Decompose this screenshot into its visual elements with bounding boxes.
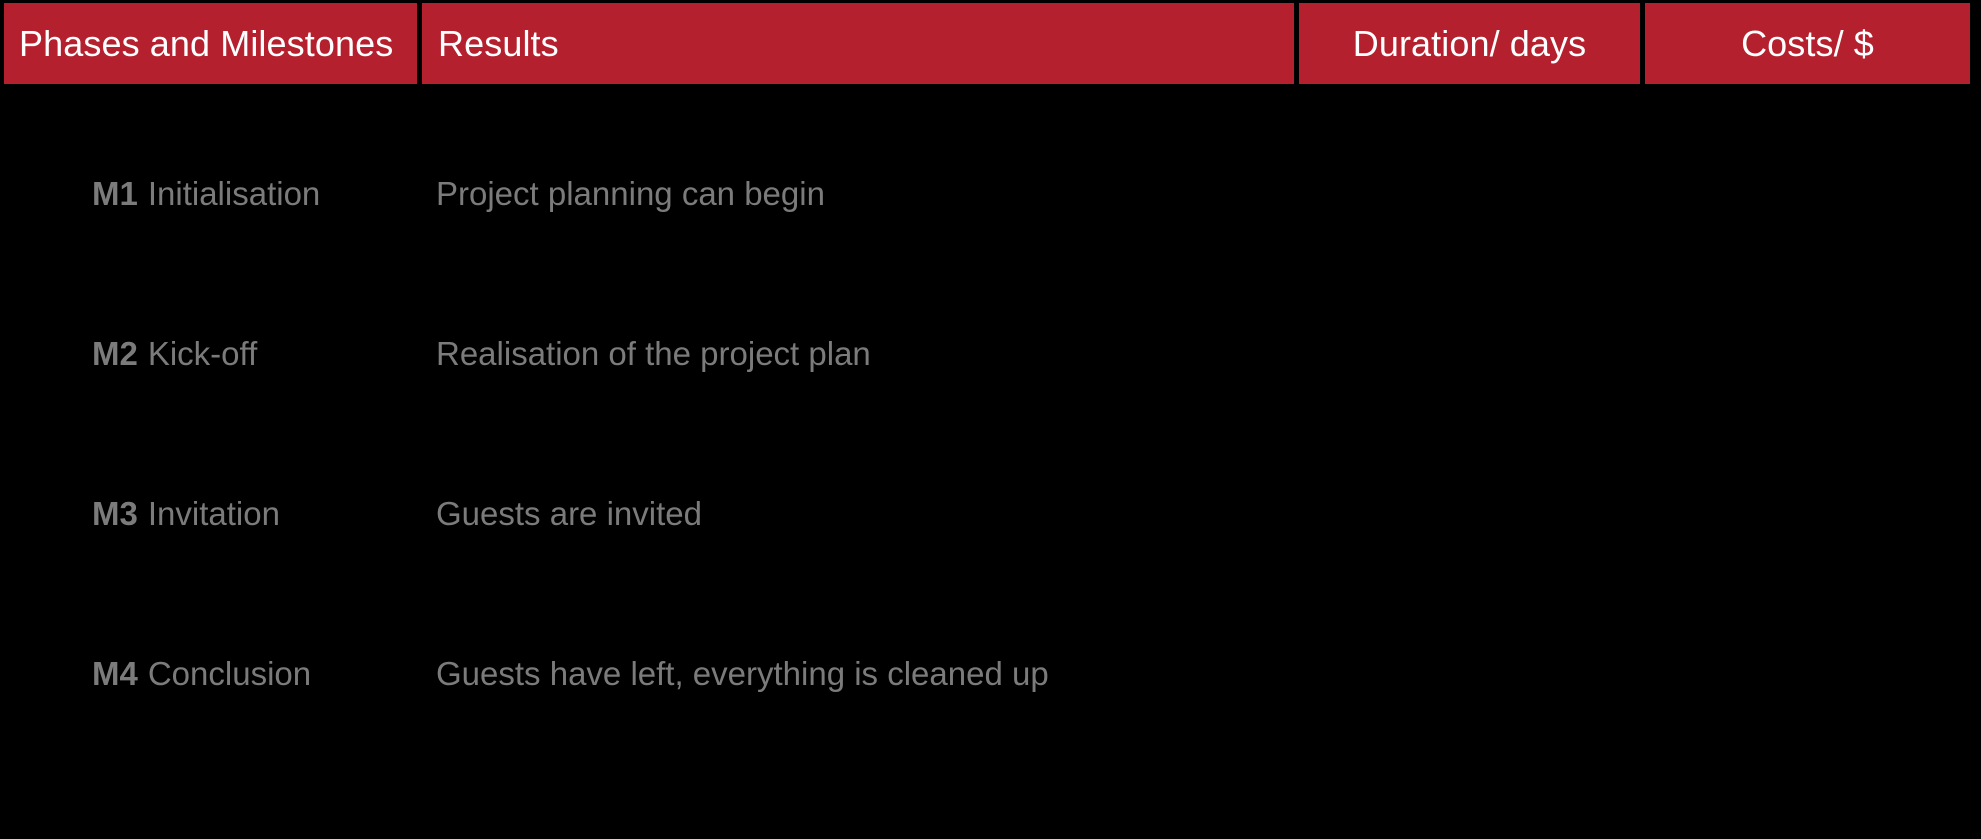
column-header-label: Duration/ days (1352, 22, 1587, 64)
column-header-label: Phases and Milestones (19, 22, 394, 64)
column-header-label: Costs/ $ (1741, 22, 1874, 64)
cell-duration (1290, 114, 1636, 274)
cell-phase: M1 Initialisation (0, 114, 418, 274)
cell-phase: M3 Invitation (0, 434, 418, 594)
cell-phase: M4 Conclusion (0, 594, 418, 754)
milestone-code: M3 (92, 495, 138, 532)
table-row[interactable]: M4 Conclusion Guests have left, everythi… (0, 594, 1981, 754)
table-header-row: Phases and Milestones Results Duration/ … (4, 3, 1970, 84)
table-row[interactable]: M1 Initialisation Project planning can b… (0, 114, 1981, 274)
milestone-table: Phases and Milestones Results Duration/ … (0, 0, 1981, 839)
cell-costs (1636, 594, 1961, 754)
cell-costs (1636, 114, 1961, 274)
table-body: M1 Initialisation Project planning can b… (0, 84, 1981, 839)
cell-result: Guests are invited (436, 495, 702, 532)
milestone-name: Invitation (147, 495, 280, 532)
column-header-duration[interactable]: Duration/ days (1299, 3, 1640, 84)
table-row[interactable]: M3 Invitation Guests are invited (0, 434, 1981, 594)
cell-costs (1636, 434, 1961, 594)
cell-costs (1636, 274, 1961, 434)
cell-result: Project planning can begin (436, 175, 825, 212)
column-header-label: Results (438, 22, 559, 64)
milestone-name: Conclusion (147, 655, 312, 692)
milestone-code: M4 (92, 655, 138, 692)
cell-duration (1290, 434, 1636, 594)
milestone-code: M2 (92, 335, 138, 372)
cell-phase: M2 Kick-off (0, 274, 418, 434)
milestone-name: Initialisation (147, 175, 321, 212)
table-row[interactable]: M2 Kick-off Realisation of the project p… (0, 274, 1981, 434)
milestone-code: M1 (92, 175, 138, 212)
cell-result: Realisation of the project plan (436, 335, 871, 372)
column-header-costs[interactable]: Costs/ $ (1645, 3, 1970, 84)
milestone-name: Kick-off (147, 335, 258, 372)
cell-duration (1290, 274, 1636, 434)
column-header-results[interactable]: Results (422, 3, 1294, 84)
cell-result: Guests have left, everything is cleaned … (436, 655, 1049, 692)
column-header-phases-and-milestones[interactable]: Phases and Milestones (4, 3, 417, 84)
cell-duration (1290, 594, 1636, 754)
